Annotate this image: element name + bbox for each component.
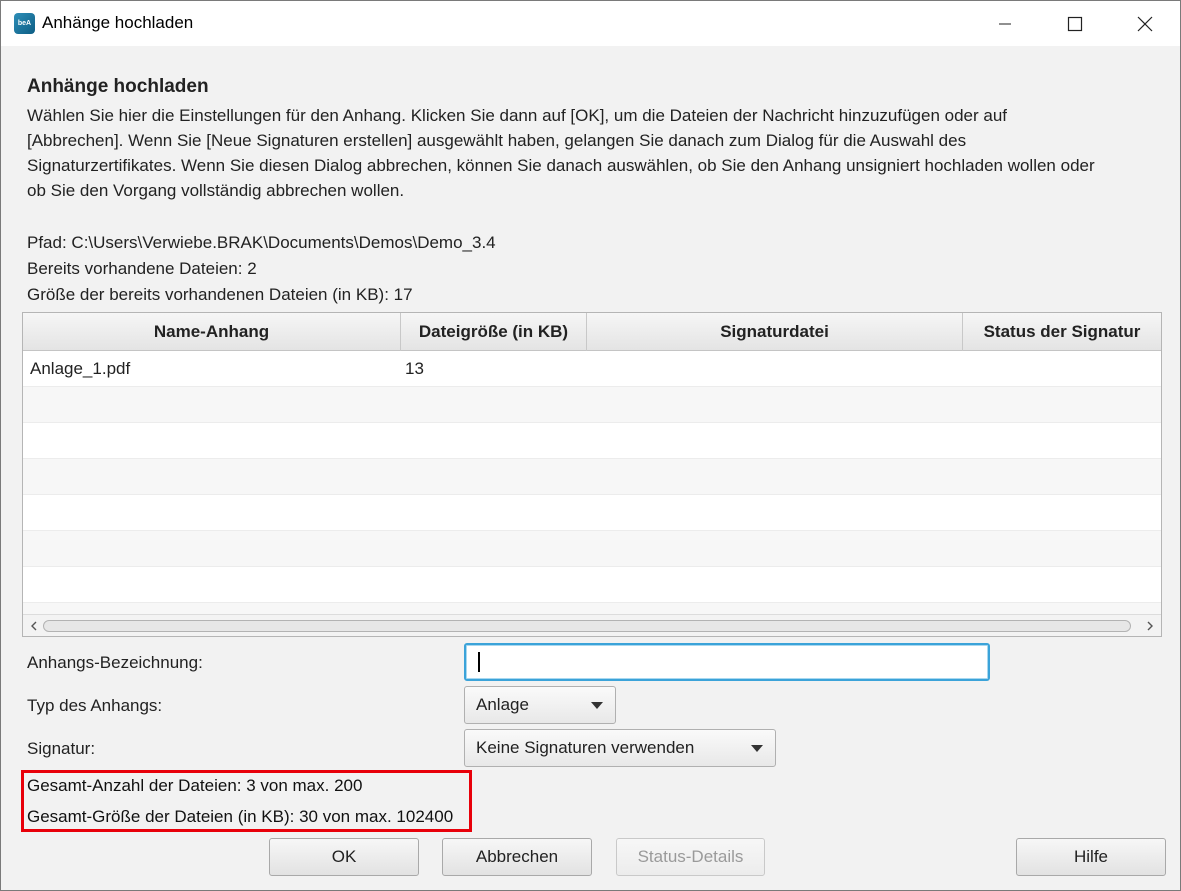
description-line: Wählen Sie hier die Einstellungen für de… [27,106,1007,125]
close-icon [1137,16,1153,31]
empty-row [23,423,1161,459]
existing-size-info: Größe der bereits vorhandenen Dateien (i… [27,285,413,304]
column-header-size[interactable]: Dateigröße (in KB) [401,313,587,351]
close-button[interactable] [1110,1,1180,46]
attachments-table: Name-Anhang Dateigröße (in KB) Signaturd… [22,312,1162,637]
description-line: ob Sie den Vorgang vollständig abbrechen… [27,181,405,200]
total-count-info: Gesamt-Anzahl der Dateien: 3 von max. 20… [27,776,363,795]
ok-button[interactable]: OK [269,838,419,876]
window-title: Anhänge hochladen [42,13,194,32]
cell-signature-file [587,351,963,386]
table-header: Name-Anhang Dateigröße (in KB) Signaturd… [23,313,1161,351]
signature-label: Signatur: [27,739,96,758]
column-header-signature-status[interactable]: Status der Signatur [963,313,1161,351]
help-button[interactable]: Hilfe [1016,838,1166,876]
maximize-icon [1067,16,1083,31]
scroll-left-icon[interactable] [27,619,41,633]
status-details-button[interactable]: Status-Details [616,838,765,876]
minimize-button[interactable] [970,1,1040,46]
column-header-signature-file[interactable]: Signaturdatei [587,313,963,351]
empty-row [23,495,1161,531]
total-size-info: Gesamt-Größe der Dateien (in KB): 30 von… [27,807,454,826]
scrollbar-thumb[interactable] [43,620,1131,632]
existing-files-info: Bereits vorhandene Dateien: 2 [27,259,257,278]
empty-row [23,459,1161,495]
attachment-type-label: Typ des Anhangs: [27,696,163,715]
minimize-icon [999,23,1011,24]
bea-app-icon: beA [14,13,35,34]
horizontal-scrollbar[interactable] [23,614,1161,636]
dialog-description: Wählen Sie hier die Einstellungen für de… [27,103,1157,203]
text-caret [478,652,480,672]
title-bar: beA Anhänge hochladen [1,1,1180,46]
attachment-name-input[interactable] [464,643,990,681]
scroll-right-icon[interactable] [1143,619,1157,633]
path-info: Pfad: C:\Users\Verwiebe.BRAK\Documents\D… [27,233,496,252]
table-row[interactable]: Anlage_1.pdf 13 [23,351,1161,387]
signature-value: Keine Signaturen verwenden [476,738,695,757]
cell-name: Anlage_1.pdf [30,359,131,378]
dialog-heading: Anhänge hochladen [27,76,209,97]
column-header-name[interactable]: Name-Anhang [23,313,401,351]
cell-signature-status [963,351,1161,386]
description-line: Signaturzertifikates. Wenn Sie diesen Di… [27,156,1095,175]
description-line: [Abbrechen]. Wenn Sie [Neue Signaturen e… [27,131,967,150]
cell-size: 13 [405,359,424,378]
attachment-type-select[interactable]: Anlage [464,686,616,724]
dropdown-arrow-icon [591,702,603,709]
dropdown-arrow-icon [751,745,763,752]
attachment-type-value: Anlage [476,695,529,714]
maximize-button[interactable] [1040,1,1110,46]
empty-row [23,531,1161,567]
dialog-window: beA Anhänge hochladen Anhänge hochladen … [0,0,1181,891]
empty-row [23,567,1161,603]
empty-row [23,387,1161,423]
attachment-name-label: Anhangs-Bezeichnung: [27,653,203,672]
signature-select[interactable]: Keine Signaturen verwenden [464,729,776,767]
table-body: Anlage_1.pdf 13 [23,351,1161,636]
cancel-button[interactable]: Abbrechen [442,838,592,876]
